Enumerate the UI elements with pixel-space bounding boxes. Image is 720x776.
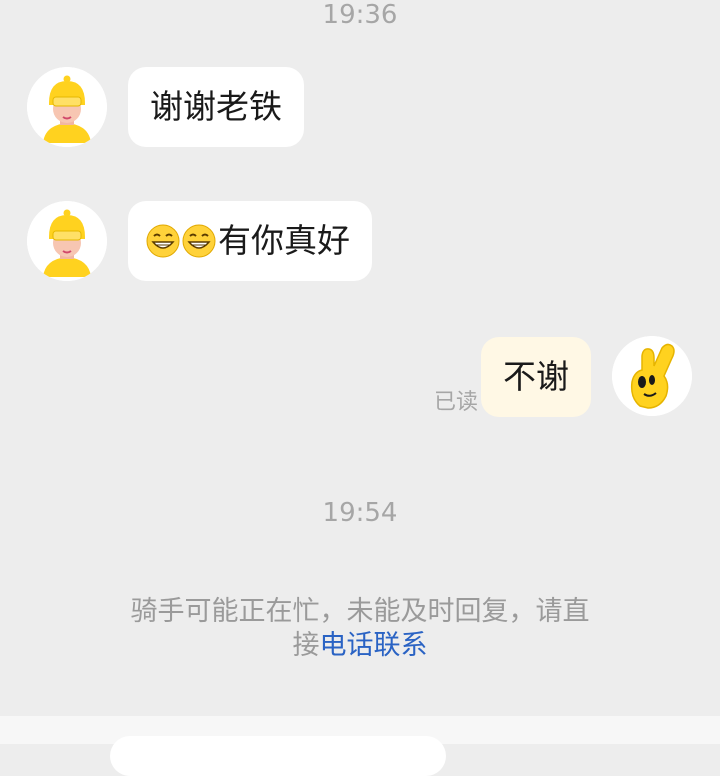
rider-avatar[interactable]	[27, 201, 107, 281]
rider-avatar[interactable]	[27, 67, 107, 147]
message-text: 不谢	[503, 357, 569, 396]
message-text: 有你真好	[218, 221, 350, 260]
system-notice-prefix: 接	[292, 630, 320, 661]
system-notice-line: 骑手可能正在忙，未能及时回复，请直	[130, 596, 590, 627]
grin-emoji-icon	[146, 224, 180, 258]
message-bubble-outgoing[interactable]: 不谢	[481, 337, 591, 417]
message-input[interactable]	[110, 736, 446, 776]
read-status: 已读	[434, 390, 479, 415]
user-avatar[interactable]	[612, 336, 692, 416]
system-notice: 骑手可能正在忙，未能及时回复，请直 接电话联系	[100, 595, 620, 663]
system-notice-line: 接电话联系	[100, 629, 620, 663]
grin-emoji-icon	[182, 224, 216, 258]
rider-avatar-icon	[27, 67, 107, 147]
message-bubble-incoming[interactable]: 谢谢老铁	[128, 67, 304, 147]
phone-contact-link[interactable]: 电话联系	[320, 630, 428, 661]
timestamp: 19:54	[322, 498, 398, 528]
timestamp: 19:36	[322, 0, 398, 30]
rider-avatar-icon	[27, 201, 107, 281]
message-text: 谢谢老铁	[150, 87, 282, 126]
victory-hand-mascot-icon	[612, 336, 692, 416]
message-bubble-incoming[interactable]: 有你真好	[128, 201, 372, 281]
